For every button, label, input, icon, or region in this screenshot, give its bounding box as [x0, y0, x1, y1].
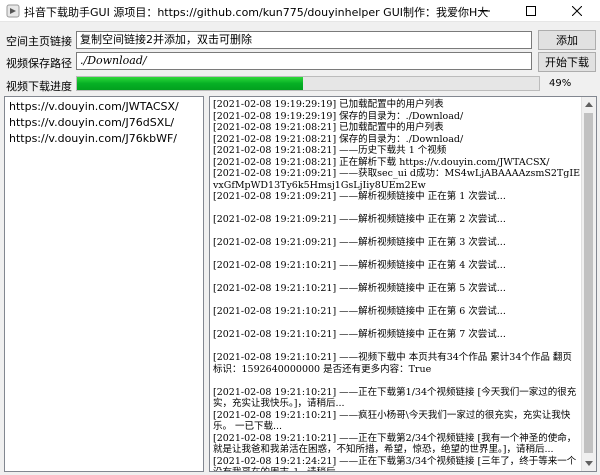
user-url-list[interactable]: https://v.douyin.com/JWTACSX/ https://v.…	[4, 96, 204, 472]
download-progress-bar	[76, 76, 540, 91]
log-line: [2021-02-08 19:21:08:21] 保存的目录为：./Downlo…	[213, 133, 464, 145]
scroll-down-arrow[interactable]	[582, 456, 596, 471]
log-scrollbar[interactable]	[581, 97, 596, 471]
log-line: [2021-02-08 19:21:10:21] ——解析视频链接中 正在第 5…	[213, 283, 506, 294]
log-line: [2021-02-08 19:21:09:21] ——解析视频链接中 正在第 2…	[213, 214, 506, 225]
log-line: [2021-02-08 19:21:09:21] ——解析视频链接中 正在第 1…	[213, 191, 506, 202]
log-line: [2021-02-08 19:19:29:19] 已加载配置中的用户列表	[213, 99, 444, 110]
log-line: [2021-02-08 19:21:10:21] ——视频下载中 本页共有34个…	[213, 352, 572, 375]
minimize-icon	[480, 10, 490, 12]
log-line: [2021-02-08 19:21:09:21] ——获取sec_ui d成功：…	[213, 168, 581, 191]
log-line: [2021-02-08 19:21:09:21] ——解析视频链接中 正在第 3…	[213, 237, 506, 248]
add-button[interactable]: 添加	[538, 30, 596, 50]
list-item[interactable]: https://v.douyin.com/J76dSXL/	[9, 115, 199, 131]
log-line: [2021-02-08 19:21:10:21] ——正在下载第1/34个视频链…	[213, 386, 577, 410]
progress-percent: 49%	[549, 78, 572, 89]
log-line: [2021-02-08 19:21:08:21] 正在解析下载 https://…	[213, 156, 550, 168]
minimize-button[interactable]	[462, 0, 508, 22]
progress-fill	[77, 77, 304, 90]
log-line: [2021-02-08 19:21:10:21] ——正在下载第2/34个视频链…	[213, 432, 577, 456]
chevron-down-icon	[585, 461, 593, 466]
log-line: [2021-02-08 19:21:10:21] ——疯狂小杨哥\今天我们一家过…	[213, 409, 571, 433]
maximize-button[interactable]	[508, 0, 554, 22]
home-link-label: 空间主页链接	[6, 35, 72, 48]
log-line: [2021-02-08 19:21:24:21] ——正在下载第3/34个视频链…	[213, 455, 577, 472]
home-link-input[interactable]: 复制空间链接2并添加，双击可删除	[76, 31, 532, 49]
list-item[interactable]: https://v.douyin.com/J76kbWF/	[9, 131, 199, 147]
scroll-up-arrow[interactable]	[582, 97, 596, 112]
window-title: 抖音下载助手GUI 源项目：https://github.com/kun775/…	[24, 6, 489, 19]
start-download-button[interactable]: 开始下载	[538, 52, 596, 72]
close-button[interactable]	[554, 0, 600, 22]
list-item[interactable]: https://v.douyin.com/JWTACSX/	[9, 99, 199, 115]
log-line: [2021-02-08 19:21:10:21] ——解析视频链接中 正在第 4…	[213, 260, 506, 271]
chevron-up-icon	[585, 102, 593, 107]
log-line: [2021-02-08 19:21:10:21] ——解析视频链接中 正在第 7…	[213, 329, 506, 340]
title-bar: 抖音下载助手GUI 源项目：https://github.com/kun775/…	[0, 0, 600, 22]
progress-label: 视频下载进度	[6, 80, 72, 93]
scroll-thumb[interactable]	[584, 113, 593, 453]
log-line: [2021-02-08 19:19:29:19] 保存的目录为：./Downlo…	[213, 110, 464, 122]
log-text: [2021-02-08 19:19:29:19] 已加载配置中的用户列表 [202…	[213, 99, 581, 472]
app-icon	[6, 4, 20, 18]
close-icon	[572, 6, 582, 16]
log-line: [2021-02-08 19:21:10:21] ——解析视频链接中 正在第 6…	[213, 306, 506, 317]
log-line: [2021-02-08 19:21:08:21] 已加载配置中的用户列表	[213, 122, 444, 133]
log-line: [2021-02-08 19:21:08:21] ——历史下载共 1 个视频	[213, 145, 447, 156]
maximize-icon	[526, 6, 536, 16]
save-path-label: 视频保存路径	[6, 57, 72, 70]
log-output[interactable]: [2021-02-08 19:19:29:19] 已加载配置中的用户列表 [202…	[209, 96, 597, 472]
save-path-input[interactable]: ./Download/	[76, 52, 532, 70]
